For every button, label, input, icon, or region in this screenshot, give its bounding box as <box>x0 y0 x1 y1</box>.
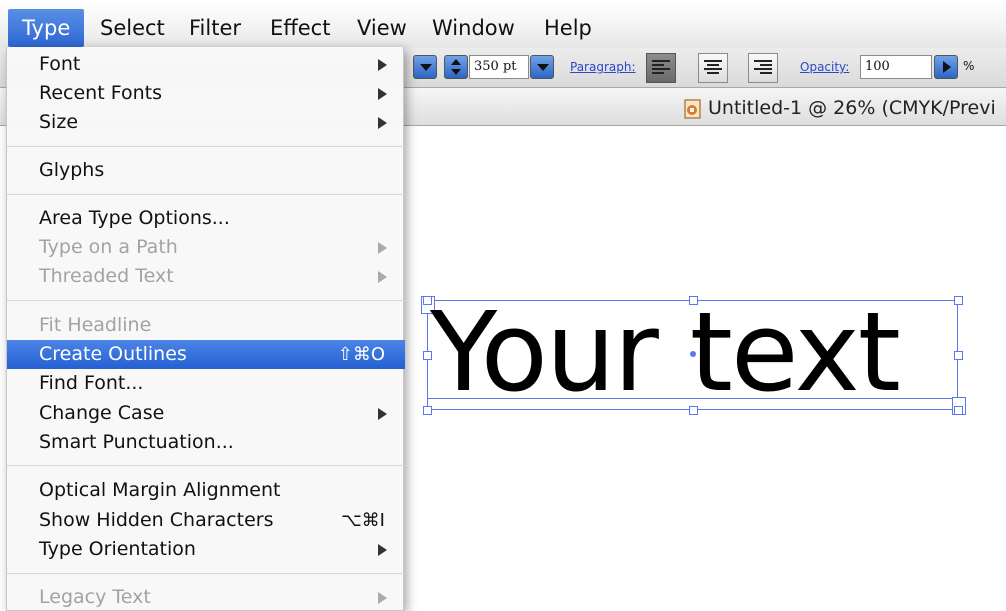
align-right-icon <box>754 60 772 74</box>
shortcut-label: ⌥⌘I <box>340 510 385 531</box>
menu-item-label: Find Font... <box>39 372 144 394</box>
paragraph-link[interactable]: Paragraph: <box>570 60 636 74</box>
menu-select[interactable]: Select <box>88 9 177 47</box>
submenu-arrow-icon <box>378 544 387 556</box>
menu-item-legacy-text: Legacy Text <box>7 583 405 611</box>
handle-middle-right[interactable] <box>954 351 963 360</box>
submenu-arrow-icon <box>378 117 387 129</box>
submenu-arrow-icon <box>378 408 387 420</box>
menu-item-label: Type Orientation <box>39 538 196 560</box>
shortcut-label: ⇧⌘O <box>337 344 385 365</box>
menu-separator <box>7 573 405 574</box>
menu-item-change-case[interactable]: Change Case <box>7 399 405 428</box>
opacity-slider-button[interactable] <box>934 55 958 79</box>
menu-filter[interactable]: Filter <box>177 9 253 47</box>
menu-item-label: Glyphs <box>39 159 105 181</box>
align-left-icon <box>652 60 670 74</box>
menu-bar: Type Select Filter Effect View Window He… <box>0 0 1006 54</box>
submenu-arrow-icon <box>378 242 387 254</box>
menu-item-label: Area Type Options... <box>39 207 230 229</box>
menu-item-area-type-options[interactable]: Area Type Options... <box>7 204 405 233</box>
menu-item-label: Show Hidden Characters <box>39 509 274 531</box>
menu-item-smart-punctuation[interactable]: Smart Punctuation... <box>7 428 405 457</box>
menu-item-label: Smart Punctuation... <box>39 431 234 453</box>
menu-item-show-hidden-characters[interactable]: Show Hidden Characters ⌥⌘I <box>7 506 405 535</box>
menu-item-label: Create Outlines <box>39 343 187 365</box>
submenu-arrow-icon <box>378 59 387 71</box>
menu-item-label: Type on a Path <box>39 236 178 258</box>
handle-top-right[interactable] <box>954 296 963 305</box>
menu-item-label: Recent Fonts <box>39 82 162 104</box>
handle-bottom-right[interactable] <box>954 406 963 415</box>
menu-separator <box>7 146 405 147</box>
menu-separator <box>7 194 405 195</box>
menu-item-label: Fit Headline <box>39 314 152 336</box>
menu-separator <box>7 300 405 301</box>
menu-item-label: Size <box>39 111 79 133</box>
menu-item-label: Threaded Text <box>39 265 174 287</box>
menu-item-label: Change Case <box>39 402 165 424</box>
document-icon <box>684 99 701 119</box>
menu-type[interactable]: Type <box>8 9 85 47</box>
menu-item-create-outlines[interactable]: Create Outlines ⇧⌘O <box>7 340 405 369</box>
document-tab-title[interactable]: Untitled-1 @ 26% (CMYK/Previ <box>708 95 996 121</box>
menu-item-glyphs[interactable]: Glyphs <box>7 156 405 185</box>
center-point <box>690 351 696 357</box>
menu-item-label: Font <box>39 53 81 75</box>
menu-separator <box>7 465 405 466</box>
menu-item-find-font[interactable]: Find Font... <box>7 369 405 398</box>
menu-item-threaded-text: Threaded Text <box>7 262 405 291</box>
menu-item-label: Optical Margin Alignment <box>39 479 281 501</box>
align-center-button[interactable] <box>698 53 728 83</box>
submenu-arrow-icon <box>378 592 387 604</box>
menu-item-recent-fonts[interactable]: Recent Fonts <box>7 79 405 108</box>
menu-item-type-on-a-path: Type on a Path <box>7 233 405 262</box>
menu-item-size[interactable]: Size <box>7 108 405 137</box>
align-center-icon <box>704 60 722 74</box>
font-size-dropdown-button[interactable] <box>530 55 554 79</box>
align-left-button[interactable] <box>646 53 676 83</box>
menu-effect[interactable]: Effect <box>258 9 342 47</box>
menu-item-label: Legacy Text <box>39 586 151 608</box>
menu-item-type-orientation[interactable]: Type Orientation <box>7 535 405 564</box>
font-size-field[interactable]: 350 pt <box>469 55 529 79</box>
menu-help[interactable]: Help <box>532 9 604 47</box>
submenu-arrow-icon <box>378 271 387 283</box>
menu-item-optical-margin-alignment[interactable]: Optical Margin Alignment <box>7 476 405 505</box>
type-menu-dropdown: Font Recent Fonts Size Glyphs Area Type … <box>6 47 405 611</box>
font-size-stepper[interactable] <box>444 55 468 79</box>
align-right-button[interactable] <box>748 53 778 83</box>
font-style-dropdown-button[interactable] <box>413 55 437 79</box>
menu-window[interactable]: Window <box>420 9 527 47</box>
menu-item-font[interactable]: Font <box>7 50 405 79</box>
opacity-link[interactable]: Opacity: <box>800 60 849 74</box>
percent-label: % <box>963 59 975 73</box>
menu-view[interactable]: View <box>345 9 419 47</box>
opacity-field[interactable]: 100 <box>860 55 932 79</box>
submenu-arrow-icon <box>378 88 387 100</box>
menu-item-fit-headline: Fit Headline <box>7 311 405 340</box>
canvas-text-object[interactable]: Your text <box>430 287 901 417</box>
